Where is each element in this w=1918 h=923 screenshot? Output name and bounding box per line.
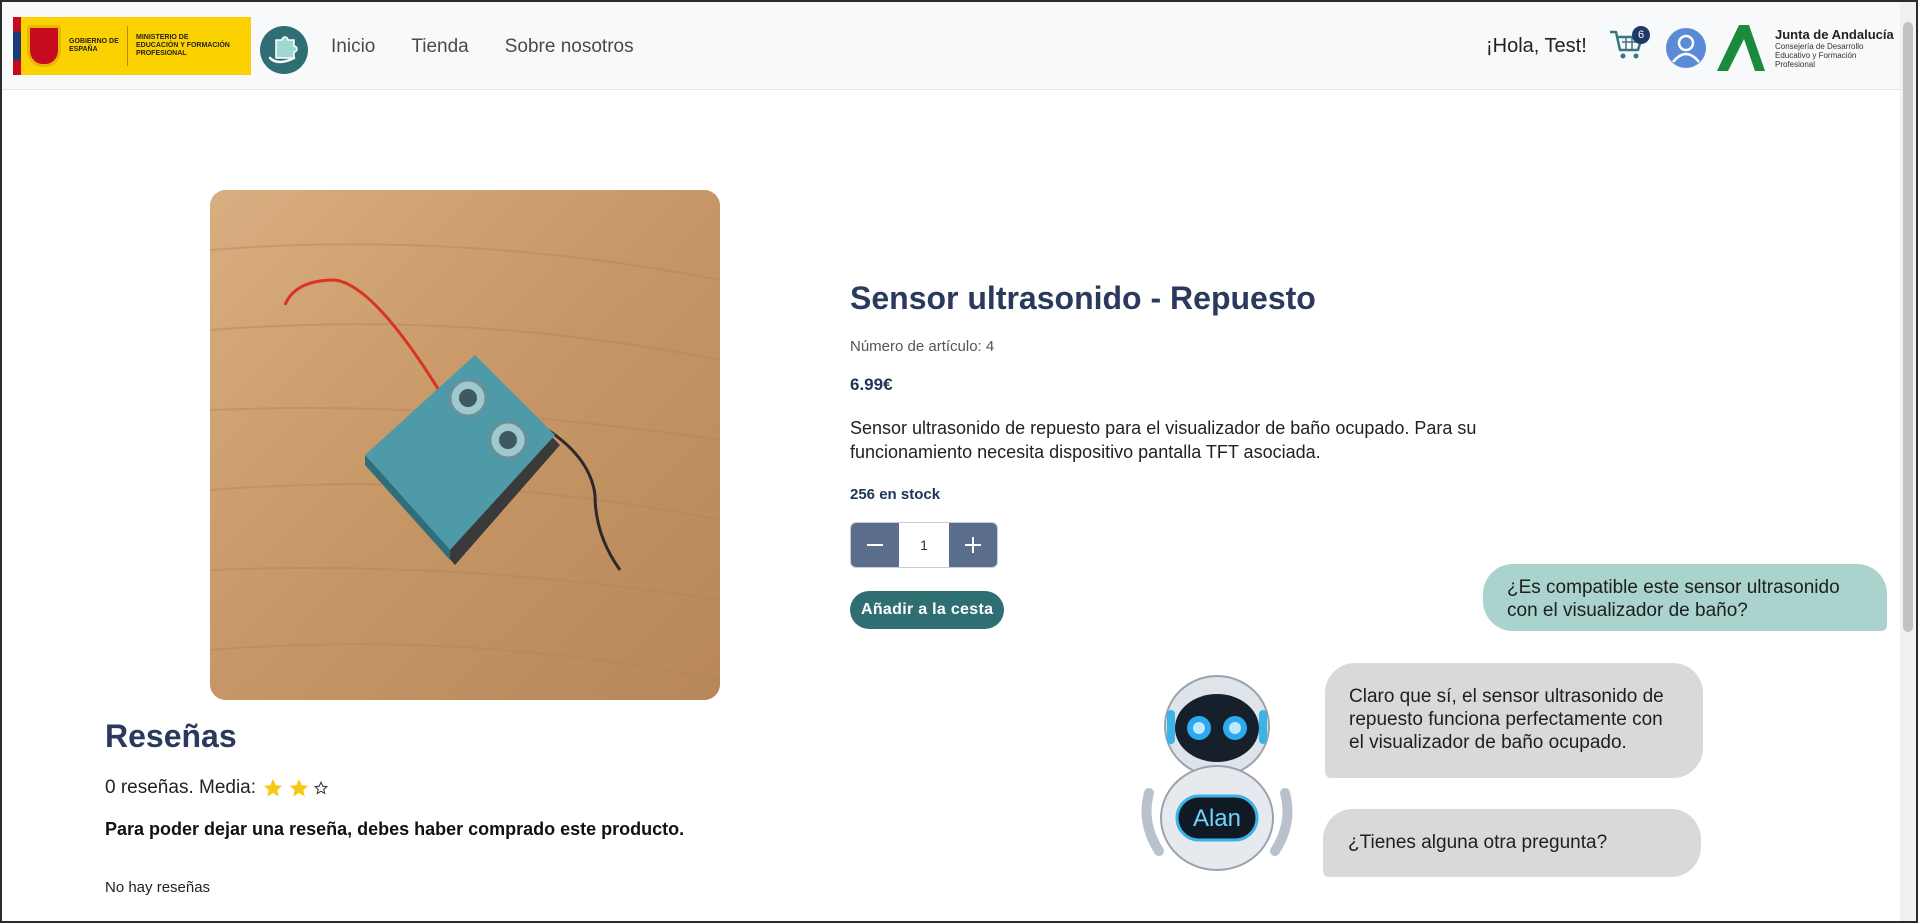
star-filled-icon xyxy=(289,778,309,797)
cart-count-badge: 6 xyxy=(1632,26,1650,44)
decrease-quantity-button[interactable] xyxy=(851,523,899,567)
rating-stars xyxy=(262,777,329,799)
product-sku: Número de artículo: 4 xyxy=(850,338,995,355)
alan-robot-avatar[interactable]: Alan xyxy=(1137,668,1297,878)
add-to-cart-button[interactable]: Añadir a la cesta xyxy=(850,591,1005,629)
nav-link-sobre-nosotros[interactable]: Sobre nosotros xyxy=(505,36,634,58)
increase-quantity-button[interactable] xyxy=(949,523,997,567)
page-scrollbar[interactable] xyxy=(1900,2,1916,921)
user-avatar-icon[interactable] xyxy=(1666,28,1706,68)
plus-icon xyxy=(965,537,981,553)
nav-link-inicio[interactable]: Inicio xyxy=(331,36,375,58)
product-title: Sensor ultrasonido - Repuesto xyxy=(850,280,1316,316)
star-empty-icon xyxy=(314,781,329,795)
ministry-text: MINISTERIO DE EDUCACIÓN Y FORMACIÓN PROF… xyxy=(136,34,230,57)
no-reviews-text: No hay reseñas xyxy=(105,879,211,896)
user-greeting: ¡Hola, Test! xyxy=(1486,35,1587,57)
junta-a-icon xyxy=(1717,25,1765,71)
government-logo[interactable]: GOBIERNO DE ESPAÑA MINISTERIO DE EDUCACI… xyxy=(13,17,251,75)
star-filled-icon xyxy=(263,778,283,797)
minus-icon xyxy=(867,544,883,546)
quantity-stepper: 1 xyxy=(850,522,998,568)
junta-title: Junta de Andalucía xyxy=(1775,27,1894,42)
reviews-heading: Reseñas xyxy=(105,718,237,754)
gov-logo-text: GOBIERNO DE ESPAÑA xyxy=(69,38,119,53)
navbar: GOBIERNO DE ESPAÑA MINISTERIO DE EDUCACI… xyxy=(2,2,1900,90)
product-price: 6.99€ xyxy=(850,375,893,394)
main-nav: Inicio Tienda Sobre nosotros xyxy=(331,36,634,58)
chat-user-message: ¿Es compatible este sensor ultrasonido c… xyxy=(1483,564,1887,631)
product-description: Sensor ultrasonido de repuesto para el v… xyxy=(850,418,1477,462)
reviews-summary-text: 0 reseñas. Media: xyxy=(105,777,257,798)
chat-bot-message: Claro que sí, el sensor ultrasonido de r… xyxy=(1325,663,1703,778)
nav-link-tienda[interactable]: Tienda xyxy=(411,36,468,58)
review-requirement-notice: Para poder dejar una reseña, debes haber… xyxy=(105,819,685,839)
product-image xyxy=(210,190,720,700)
scrollbar-thumb[interactable] xyxy=(1903,22,1913,632)
reviews-summary: 0 reseñas. Media: xyxy=(105,777,329,799)
spain-flag-icon xyxy=(13,17,21,75)
stock-status: 256 en stock xyxy=(850,486,941,503)
puzzle-hand-logo-icon[interactable] xyxy=(260,26,308,74)
logo-divider xyxy=(127,26,128,66)
coat-of-arms-icon xyxy=(27,25,61,67)
cart-button[interactable]: 6 xyxy=(1608,26,1650,64)
robot-name-label: Alan xyxy=(1193,805,1241,832)
junta-andalucia-logo[interactable]: Junta de Andalucía Consejería de Desarro… xyxy=(1715,22,1895,74)
junta-subtitle: Consejería de Desarrollo Educativo y For… xyxy=(1775,42,1864,69)
chat-bot-followup-message: ¿Tienes alguna otra pregunta? xyxy=(1323,809,1701,877)
quantity-input[interactable]: 1 xyxy=(899,523,949,567)
